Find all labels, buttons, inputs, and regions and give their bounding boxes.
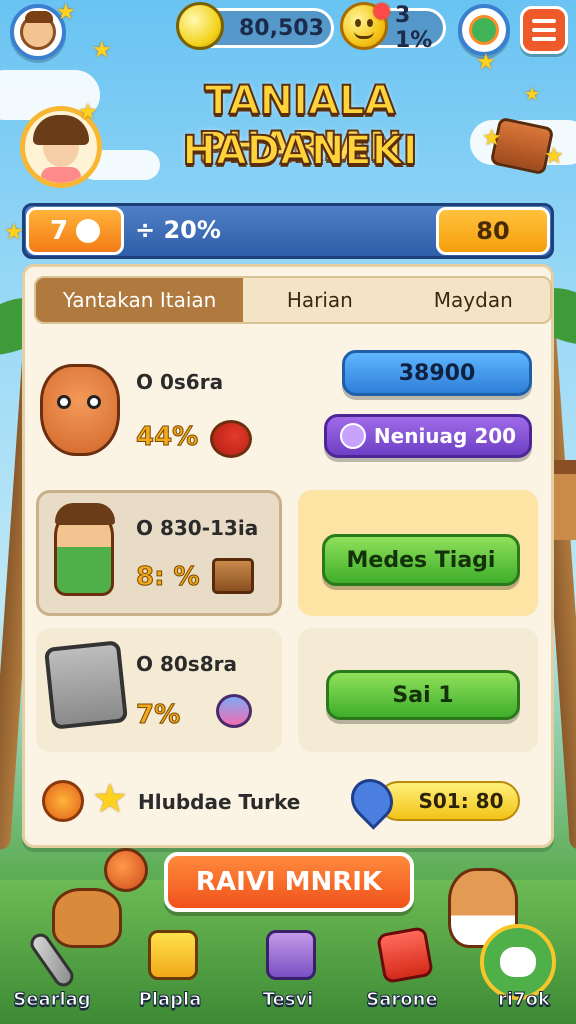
- star-icon: ★: [476, 50, 496, 75]
- cash-register-icon: [266, 930, 316, 980]
- tab-yantakan[interactable]: Yantakan Itaian: [36, 278, 244, 322]
- nav-label-chat: ri7ok: [498, 989, 551, 1011]
- wooden-chest-icon: [212, 558, 254, 594]
- row2-stat: 8: %: [136, 562, 201, 593]
- star-icon: ★: [544, 144, 564, 169]
- nav-label-sarone: Sarone: [366, 989, 438, 1011]
- play-now-button[interactable]: RAIVI MNRIK: [164, 852, 414, 912]
- gem-icon: [176, 2, 224, 50]
- nav-plapla[interactable]: Plapla: [120, 920, 220, 1020]
- flame-medal-icon: [42, 780, 84, 822]
- boy-character: [54, 503, 115, 596]
- macaron-icon: [216, 694, 252, 728]
- row1-stat: 44%: [135, 422, 199, 453]
- nav-tesvi[interactable]: Tesvi: [238, 920, 338, 1020]
- fruit-bowl-icon: [210, 420, 252, 458]
- level-score-button[interactable]: 80: [436, 207, 550, 255]
- nav-searlag[interactable]: Searlag: [2, 920, 102, 1020]
- row3-stat: 7%: [135, 700, 181, 731]
- chameleon-icon: [469, 15, 499, 45]
- bonus-value: S01: 80: [418, 789, 504, 813]
- hamburger-icon: [532, 19, 556, 23]
- row1-top-button[interactable]: 38900: [342, 350, 532, 396]
- puzzle-star-icon: [76, 219, 101, 243]
- game-title-line2: HADANEKI: [181, 127, 418, 175]
- star-icon: ★: [56, 0, 76, 25]
- hut: [552, 460, 576, 540]
- nav-chat[interactable]: ri7ok: [474, 920, 574, 1020]
- play-now-label: RAIVI MNRIK: [195, 867, 383, 897]
- row1-top-button-label: 38900: [398, 360, 476, 386]
- shop-tag-icon: [376, 926, 434, 984]
- nav-label-plapla: Plapla: [138, 989, 202, 1011]
- tab-maydan[interactable]: Maydan: [397, 278, 550, 322]
- star-icon: ★: [482, 126, 502, 151]
- fruit-decor-icon: [104, 848, 148, 892]
- row2-action-button-label: Medes Tiagi: [346, 547, 496, 573]
- row3-name: O 80s8ra: [136, 652, 237, 676]
- sword-icon: [26, 929, 78, 991]
- game-console-icon: [43, 640, 129, 730]
- star-icon: ★: [78, 100, 98, 125]
- row1-bottom-button[interactable]: Neniuag 200: [324, 414, 532, 458]
- menu-button[interactable]: [520, 6, 568, 54]
- star-icon: ★: [524, 84, 541, 105]
- star-icon: ★: [4, 220, 24, 245]
- row2-name: O 830-13ia: [136, 516, 259, 540]
- gems-value: 80,503: [239, 15, 324, 41]
- row3-action-button[interactable]: Sai 1: [326, 670, 520, 720]
- quest-button[interactable]: [458, 4, 510, 56]
- nav-label-tesvi: Tesvi: [262, 989, 314, 1011]
- gold-star-icon: ★: [92, 776, 128, 822]
- row1-name: O 0s6ra: [136, 370, 224, 394]
- fox-character: [40, 364, 120, 456]
- star-icon: ●: [372, 0, 392, 23]
- tab-harian[interactable]: Harian: [243, 278, 396, 322]
- nav-sarone[interactable]: Sarone: [352, 920, 452, 1020]
- coins-value: 3 1%: [395, 3, 433, 53]
- row1-bottom-button-label: Neniuag 200: [373, 424, 517, 448]
- row3-action-button-label: Sai 1: [392, 682, 454, 708]
- explorer-avatar-icon: [20, 11, 56, 50]
- row2-action-button[interactable]: Medes Tiagi: [322, 534, 520, 586]
- bonus-value-pill[interactable]: S01: 80: [378, 781, 520, 821]
- tab-bar: Yantakan Itaian Harian Maydan: [34, 276, 552, 324]
- purple-orb-icon: [339, 423, 366, 449]
- level-value: 7: [49, 216, 69, 246]
- level-badge[interactable]: 7: [26, 207, 124, 255]
- star-icon: ★: [92, 38, 112, 63]
- trophy-box-icon: [148, 930, 198, 980]
- nav-label-searlag: Searlag: [13, 989, 91, 1011]
- bonus-label: Hlubdae Turke: [138, 790, 301, 814]
- level-progress-text: ÷ 20%: [135, 216, 221, 244]
